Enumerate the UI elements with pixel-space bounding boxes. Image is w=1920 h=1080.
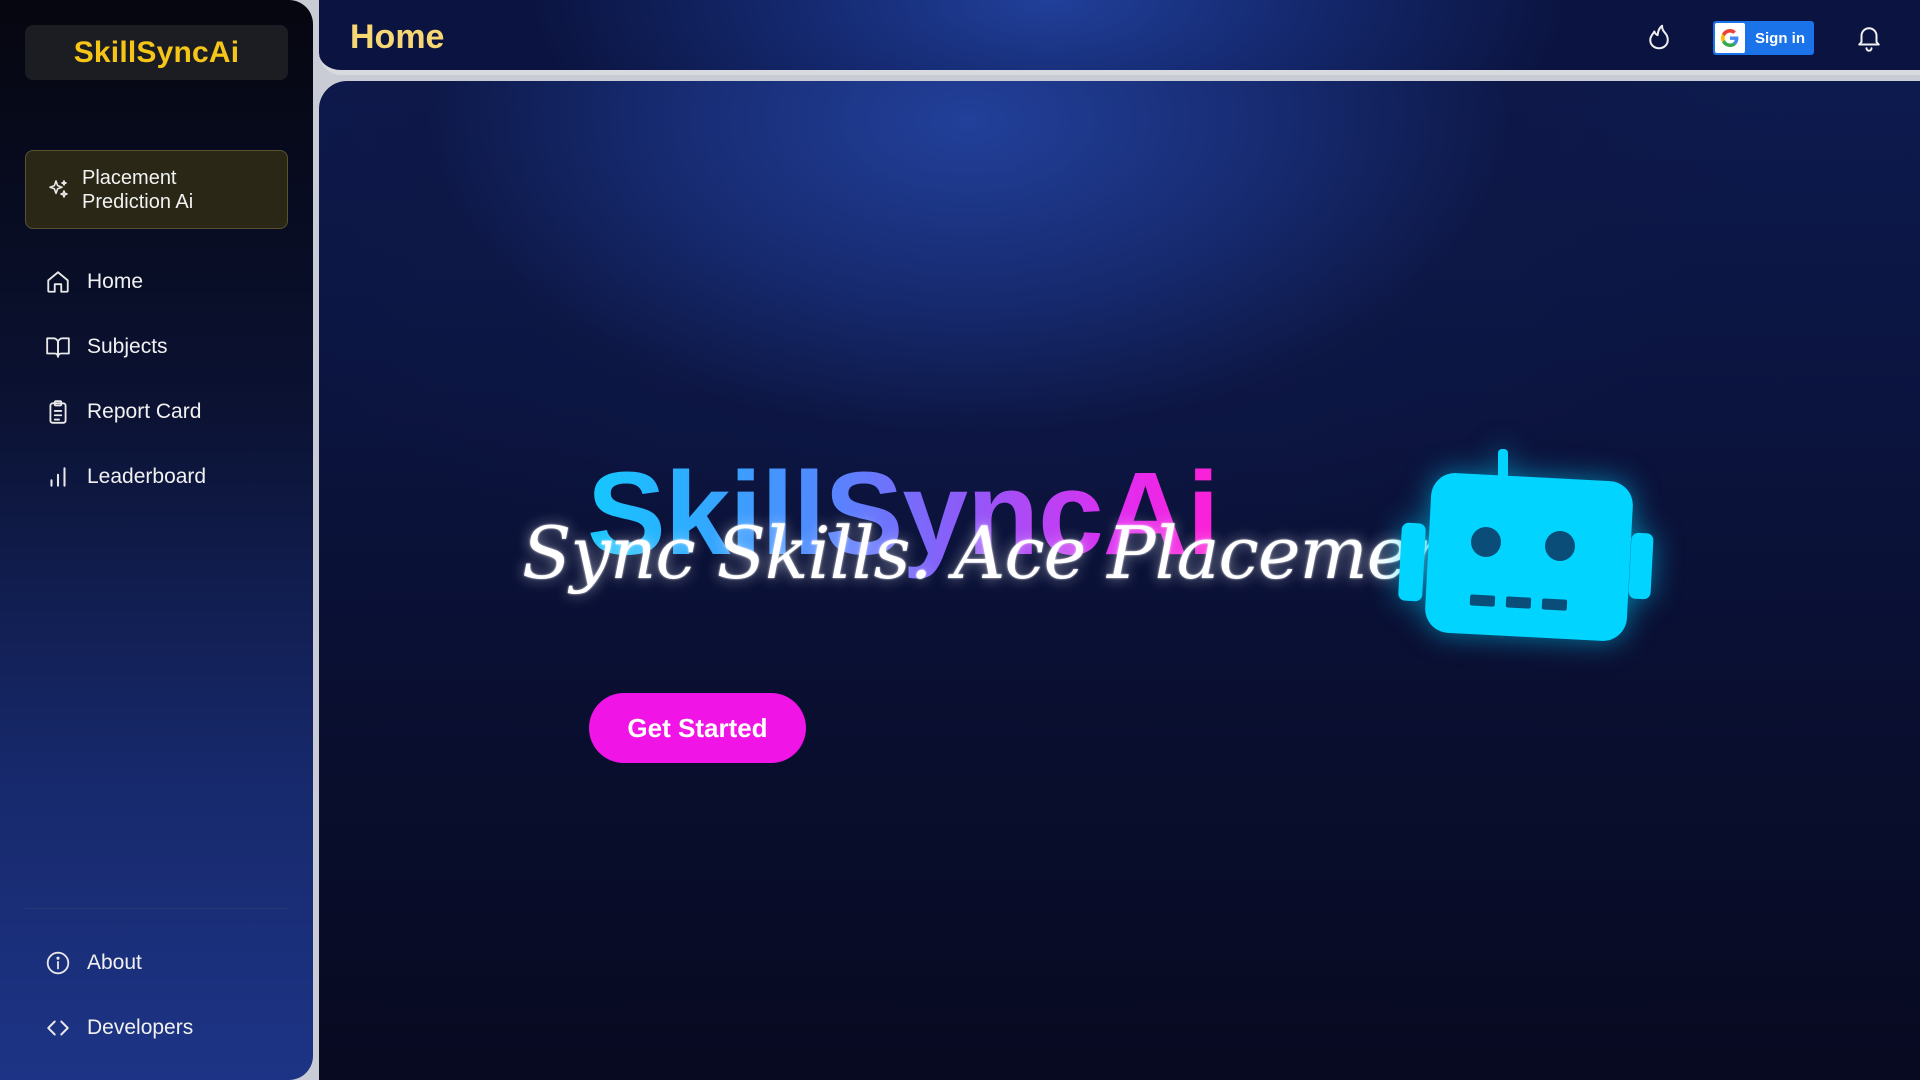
clipboard-icon (49, 399, 67, 424)
sidebar-divider (25, 908, 288, 909)
sidebar-item-report-card[interactable]: Report Card (25, 379, 288, 444)
flame-icon[interactable] (1644, 21, 1674, 53)
brand-logo[interactable]: SkillSyncAi (25, 25, 288, 80)
hero-section: SkillSyncAi Sync Skills. Ace Placements.… (319, 81, 1920, 1080)
bar-chart-icon (50, 466, 66, 487)
code-icon (47, 1020, 69, 1035)
sidebar: SkillSyncAi Placement Prediction Ai Home (0, 0, 313, 1080)
placement-prediction-label: Placement Prediction Ai (82, 166, 194, 213)
sidebar-item-label: About (87, 950, 142, 974)
get-started-button[interactable]: Get Started (589, 693, 806, 763)
robot-icon (1398, 449, 1654, 641)
book-icon (46, 336, 70, 358)
info-icon (46, 951, 70, 974)
sidebar-item-label: Subjects (87, 334, 168, 358)
sidebar-item-label: Developers (87, 1015, 194, 1039)
sidebar-item-home[interactable]: Home (25, 249, 288, 314)
hero-tagline: Sync Skills. Ace Placements. (522, 511, 1541, 595)
sidebar-bottom-nav: About Developers (25, 930, 288, 1060)
sparkles-icon (49, 179, 68, 198)
home-icon (47, 270, 69, 293)
page-title: Home (350, 18, 445, 56)
sidebar-nav: Home Subjects Report Card Leaderboard (25, 249, 288, 509)
app-root: SkillSyncAi Placement Prediction Ai Home (0, 0, 1920, 1080)
sidebar-item-label: Home (87, 269, 144, 293)
google-sign-in-button[interactable]: Sign in (1713, 21, 1814, 55)
sidebar-item-subjects[interactable]: Subjects (25, 314, 288, 379)
bell-icon[interactable] (1854, 21, 1884, 53)
top-bar: Home Sign in (319, 0, 1920, 75)
sidebar-item-developers[interactable]: Developers (25, 995, 288, 1060)
google-icon (1715, 23, 1745, 53)
sign-in-label: Sign in (1755, 29, 1805, 47)
placement-prediction-button[interactable]: Placement Prediction Ai (25, 150, 288, 229)
sidebar-item-label: Report Card (87, 399, 202, 423)
sidebar-item-about[interactable]: About (25, 930, 288, 995)
sidebar-item-label: Leaderboard (87, 464, 207, 488)
sidebar-item-leaderboard[interactable]: Leaderboard (25, 444, 288, 509)
